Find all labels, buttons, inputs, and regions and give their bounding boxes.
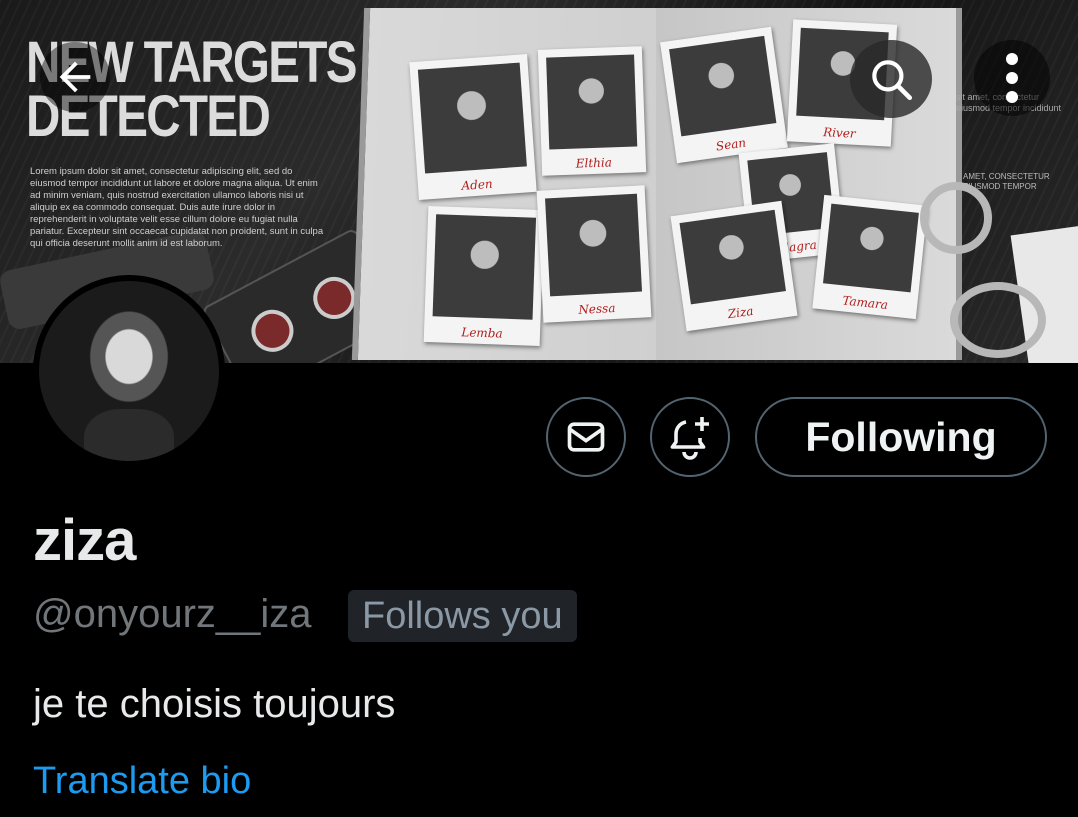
polaroid-photo [679, 209, 786, 305]
translate-bio-link[interactable]: Translate bio [33, 760, 251, 803]
more-options-button[interactable] [974, 40, 1050, 116]
arrow-left-icon [59, 61, 91, 93]
user-handle: @onyourz__iza [33, 592, 312, 636]
polaroid-photo [545, 193, 643, 297]
polaroid: Elthia [537, 46, 647, 176]
display-name: ziza [33, 508, 136, 573]
polaroid-photo [432, 214, 537, 320]
cassette-reel [244, 302, 301, 360]
polaroid-photo [669, 35, 777, 137]
bell-plus-icon [670, 417, 709, 460]
follows-you-badge: Follows you [348, 590, 577, 642]
polaroid: Ziza [670, 200, 798, 332]
envelope-icon [567, 422, 605, 452]
avatar-photo [39, 281, 219, 461]
polaroid-caption: Elthia [575, 155, 613, 171]
polaroid-caption: River [822, 125, 856, 141]
polaroid-caption: Aden [461, 176, 494, 193]
polaroid: Tamara [812, 194, 928, 320]
polaroid: Sean [660, 26, 788, 164]
message-button[interactable] [546, 397, 626, 477]
search-icon [872, 60, 913, 101]
banner-body-text: Lorem ipsum dolor sit amet, consectetur … [30, 166, 324, 249]
handcuff-ring [950, 282, 1046, 358]
notifications-button[interactable] [650, 397, 730, 477]
polaroid-photo [546, 54, 638, 150]
back-button[interactable] [40, 42, 110, 112]
polaroid: Lemba [423, 206, 545, 346]
banner-right-caps-line: AMET, CONSECTETUR [963, 172, 1050, 181]
polaroid-caption: Nessa [577, 300, 616, 317]
handcuff-ring [920, 182, 992, 254]
banner-handcuffs-graphic [920, 182, 1060, 358]
more-vertical-icon [1006, 53, 1018, 103]
polaroid-photo [417, 62, 527, 174]
polaroid: Nessa [536, 185, 652, 323]
polaroid-caption: Lemba [461, 325, 503, 341]
following-button[interactable]: Following [755, 397, 1047, 477]
search-button[interactable] [850, 40, 932, 118]
polaroid-photo [823, 203, 919, 293]
profile-avatar[interactable] [33, 275, 225, 467]
profile-bio: je te choisis toujours [33, 682, 396, 726]
polaroid: Aden [409, 54, 537, 200]
